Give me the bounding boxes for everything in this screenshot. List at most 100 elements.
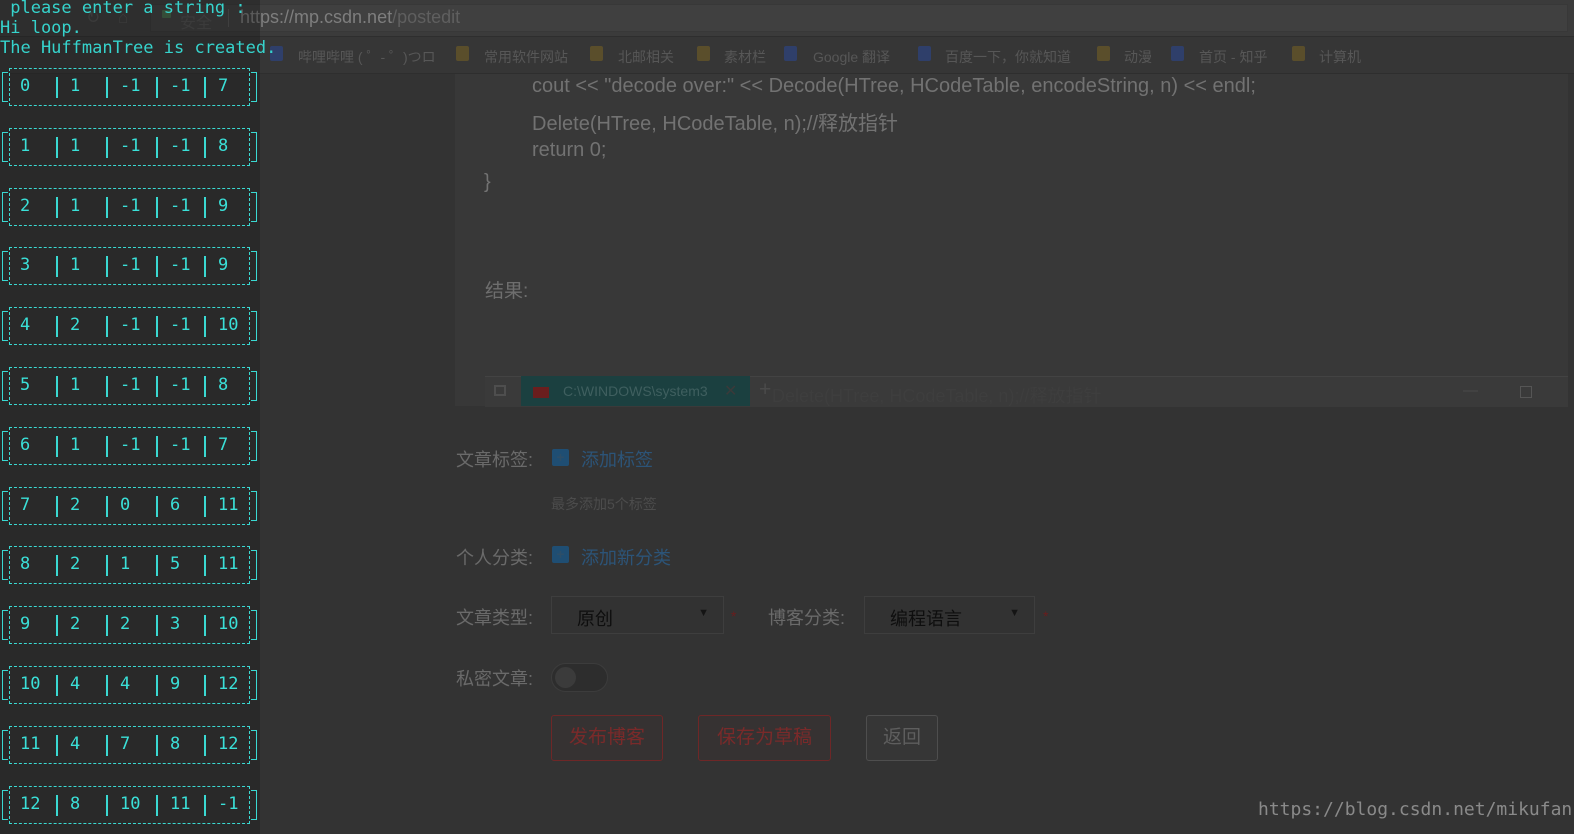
minimize-icon[interactable]: — (1463, 382, 1478, 399)
new-tab-icon[interactable]: + (759, 378, 771, 402)
article-type-select[interactable]: 原创 ▼ (551, 596, 724, 634)
table-row: 4 2 -1 -1 10 (2, 307, 257, 346)
cell-divider (204, 435, 206, 457)
table-cell: 8 (20, 554, 31, 575)
add-tag-link[interactable]: 添加标签 (581, 446, 653, 472)
close-icon[interactable]: ✕ (724, 381, 737, 401)
folder-icon (1097, 46, 1110, 61)
back-button[interactable]: 返回 (866, 715, 938, 761)
console-line: Hi loop. (0, 18, 82, 38)
required-mark: * (1043, 608, 1049, 624)
cell-divider (106, 376, 108, 397)
code-line: cout << "decode over:" << Decode(HTree, … (532, 75, 1256, 97)
cell-divider (106, 316, 108, 338)
table-cell: 1 (70, 76, 81, 96)
cell-divider (156, 376, 158, 397)
bookmark-software[interactable]: 常用软件网站 (484, 47, 568, 67)
bookmark-bupt[interactable]: 北邮相关 (618, 47, 674, 67)
table-cell: 2 (70, 494, 81, 515)
table-cell: -1 (170, 76, 191, 96)
publish-button[interactable]: 发布博客 (551, 715, 663, 761)
bookmark-google-translate[interactable]: Google 翻译 (813, 47, 890, 67)
table-row: 7 2 0 6 11 (2, 486, 257, 525)
cell-divider (204, 196, 206, 218)
cell-divider (156, 495, 158, 517)
table-row: 10 4 4 9 12 (2, 666, 257, 704)
folder-icon (1292, 46, 1305, 61)
private-label: 私密文章: (456, 669, 534, 689)
table-cell: 8 (218, 375, 229, 395)
table-row: 11 4 7 8 12 (2, 725, 257, 764)
cell-divider (204, 555, 206, 577)
url-path: /postedit (392, 7, 461, 27)
table-cell: 12 (20, 793, 41, 814)
cell-divider (106, 77, 108, 98)
code-line: return 0; (532, 139, 607, 161)
table-cell: -1 (170, 434, 191, 455)
category-label: 个人分类: (456, 548, 534, 568)
cmd-tab-title: C:\WINDOWS\system3 (563, 383, 708, 399)
table-row: 2 1 -1 -1 9 (2, 187, 257, 226)
table-cell: -1 (120, 375, 141, 395)
cell-divider (204, 734, 206, 756)
table-cell: 10 (218, 614, 239, 635)
table-cell: 2 (70, 315, 81, 336)
bookmark-anime[interactable]: 动漫 (1124, 47, 1152, 67)
url-text[interactable]: https://mp.csdn.net/postedit (240, 7, 460, 28)
table-cell: -1 (170, 135, 191, 156)
bookmark-computer[interactable]: 计算机 (1319, 47, 1361, 67)
folder-icon (697, 46, 710, 61)
table-cell: 1 (70, 375, 81, 395)
table-cell: -1 (120, 255, 141, 276)
cell-divider (106, 675, 108, 696)
cell-divider (156, 675, 158, 696)
cell-divider (204, 256, 206, 278)
cell-divider (56, 495, 58, 517)
bookmark-baidu[interactable]: 百度一下，你就知道 (945, 47, 1071, 67)
table-cell: 4 (120, 674, 131, 694)
table-cell: 1 (70, 195, 81, 216)
cell-divider (156, 555, 158, 577)
tags-label: 文章标签: (456, 450, 534, 470)
window-switch-icon[interactable] (494, 385, 506, 396)
bookmark-bilibili[interactable]: 哔哩哔哩 ( ゜- ゜)つロ (298, 47, 436, 67)
ghost-text: Delete(HTree, HCodeTable, n);//释放指针 (772, 386, 1102, 406)
baidu-icon (918, 46, 931, 61)
cell-divider (56, 794, 58, 816)
folder-icon (456, 46, 469, 61)
console-line: please enter a string : (0, 0, 246, 18)
private-toggle[interactable] (551, 663, 608, 692)
table-row: 0 1 -1 -1 7 (2, 68, 257, 106)
cell-divider (56, 435, 58, 457)
cell-divider (56, 256, 58, 278)
blog-category-select[interactable]: 编程语言 ▼ (864, 596, 1035, 634)
cell-divider (106, 734, 108, 756)
table-cell: 1 (70, 255, 81, 276)
maximize-icon[interactable] (1520, 386, 1532, 398)
add-category-link[interactable]: 添加新分类 (581, 544, 671, 570)
cell-divider (56, 376, 58, 397)
blog-category-label: 博客分类: (768, 608, 846, 628)
table-cell: 4 (70, 733, 81, 754)
table-cell: -1 (170, 195, 191, 216)
table-cell: 2 (120, 614, 131, 635)
save-draft-button[interactable]: 保存为草稿 (698, 715, 831, 761)
add-tag-icon[interactable]: + (552, 449, 569, 466)
add-category-icon[interactable]: + (552, 546, 569, 563)
table-cell: 11 (20, 733, 41, 754)
bookmark-materials[interactable]: 素材栏 (724, 47, 766, 67)
table-cell: 6 (20, 434, 31, 455)
google-translate-icon (784, 46, 797, 61)
table-cell: 9 (20, 614, 31, 635)
table-row: 9 2 2 3 10 (2, 606, 257, 645)
table-cell: 8 (170, 733, 181, 754)
cell-divider (106, 794, 108, 816)
console-output (0, 0, 260, 834)
table-cell: -1 (120, 315, 141, 336)
cmd-icon (533, 387, 549, 398)
table-row: 8 2 1 5 11 (2, 546, 257, 585)
table-cell: 7 (218, 434, 229, 455)
table-cell: -1 (170, 315, 191, 336)
table-cell: 1 (120, 554, 131, 575)
bookmark-zhihu[interactable]: 首页 - 知乎 (1199, 47, 1267, 67)
